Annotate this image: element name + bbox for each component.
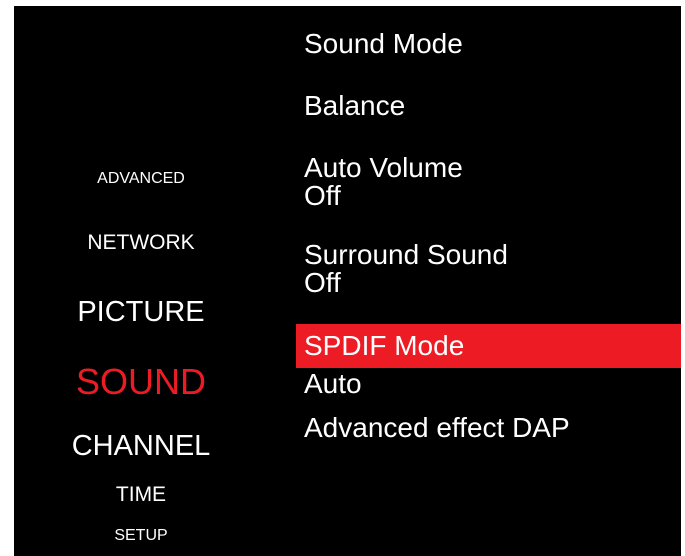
option-value: Off — [304, 180, 341, 211]
option-label: SPDIF Mode — [304, 330, 465, 361]
category-network[interactable]: NETWORK — [14, 231, 271, 255]
option-spdif-mode[interactable]: SPDIF Mode — [296, 324, 681, 368]
category-channel[interactable]: CHANNEL — [14, 430, 271, 463]
option-advanced-effect-dap[interactable]: Advanced effect DAP — [304, 412, 570, 444]
option-surround-sound[interactable]: Surround Sound Off — [304, 239, 508, 299]
category-advanced[interactable]: ADVANCED — [14, 170, 271, 188]
option-label: Balance — [304, 90, 406, 121]
option-auto-volume[interactable]: Auto Volume Off — [304, 152, 463, 212]
option-label: Advanced effect DAP — [304, 412, 570, 443]
category-setup[interactable]: SETUP — [14, 527, 271, 545]
option-balance[interactable]: Balance — [304, 90, 405, 122]
option-label: Sound Mode — [304, 28, 463, 59]
category-sound[interactable]: SOUND — [14, 361, 271, 403]
category-picture[interactable]: PICTURE — [14, 296, 271, 329]
option-spdif-mode-value: Auto — [304, 368, 362, 400]
option-sound-mode[interactable]: Sound Mode — [304, 28, 463, 60]
option-value: Off — [304, 267, 341, 298]
tv-settings-screen: ADVANCED NETWORK PICTURE SOUND CHANNEL T… — [14, 6, 681, 556]
category-time[interactable]: TIME — [14, 483, 271, 507]
option-value: Auto — [304, 368, 362, 399]
